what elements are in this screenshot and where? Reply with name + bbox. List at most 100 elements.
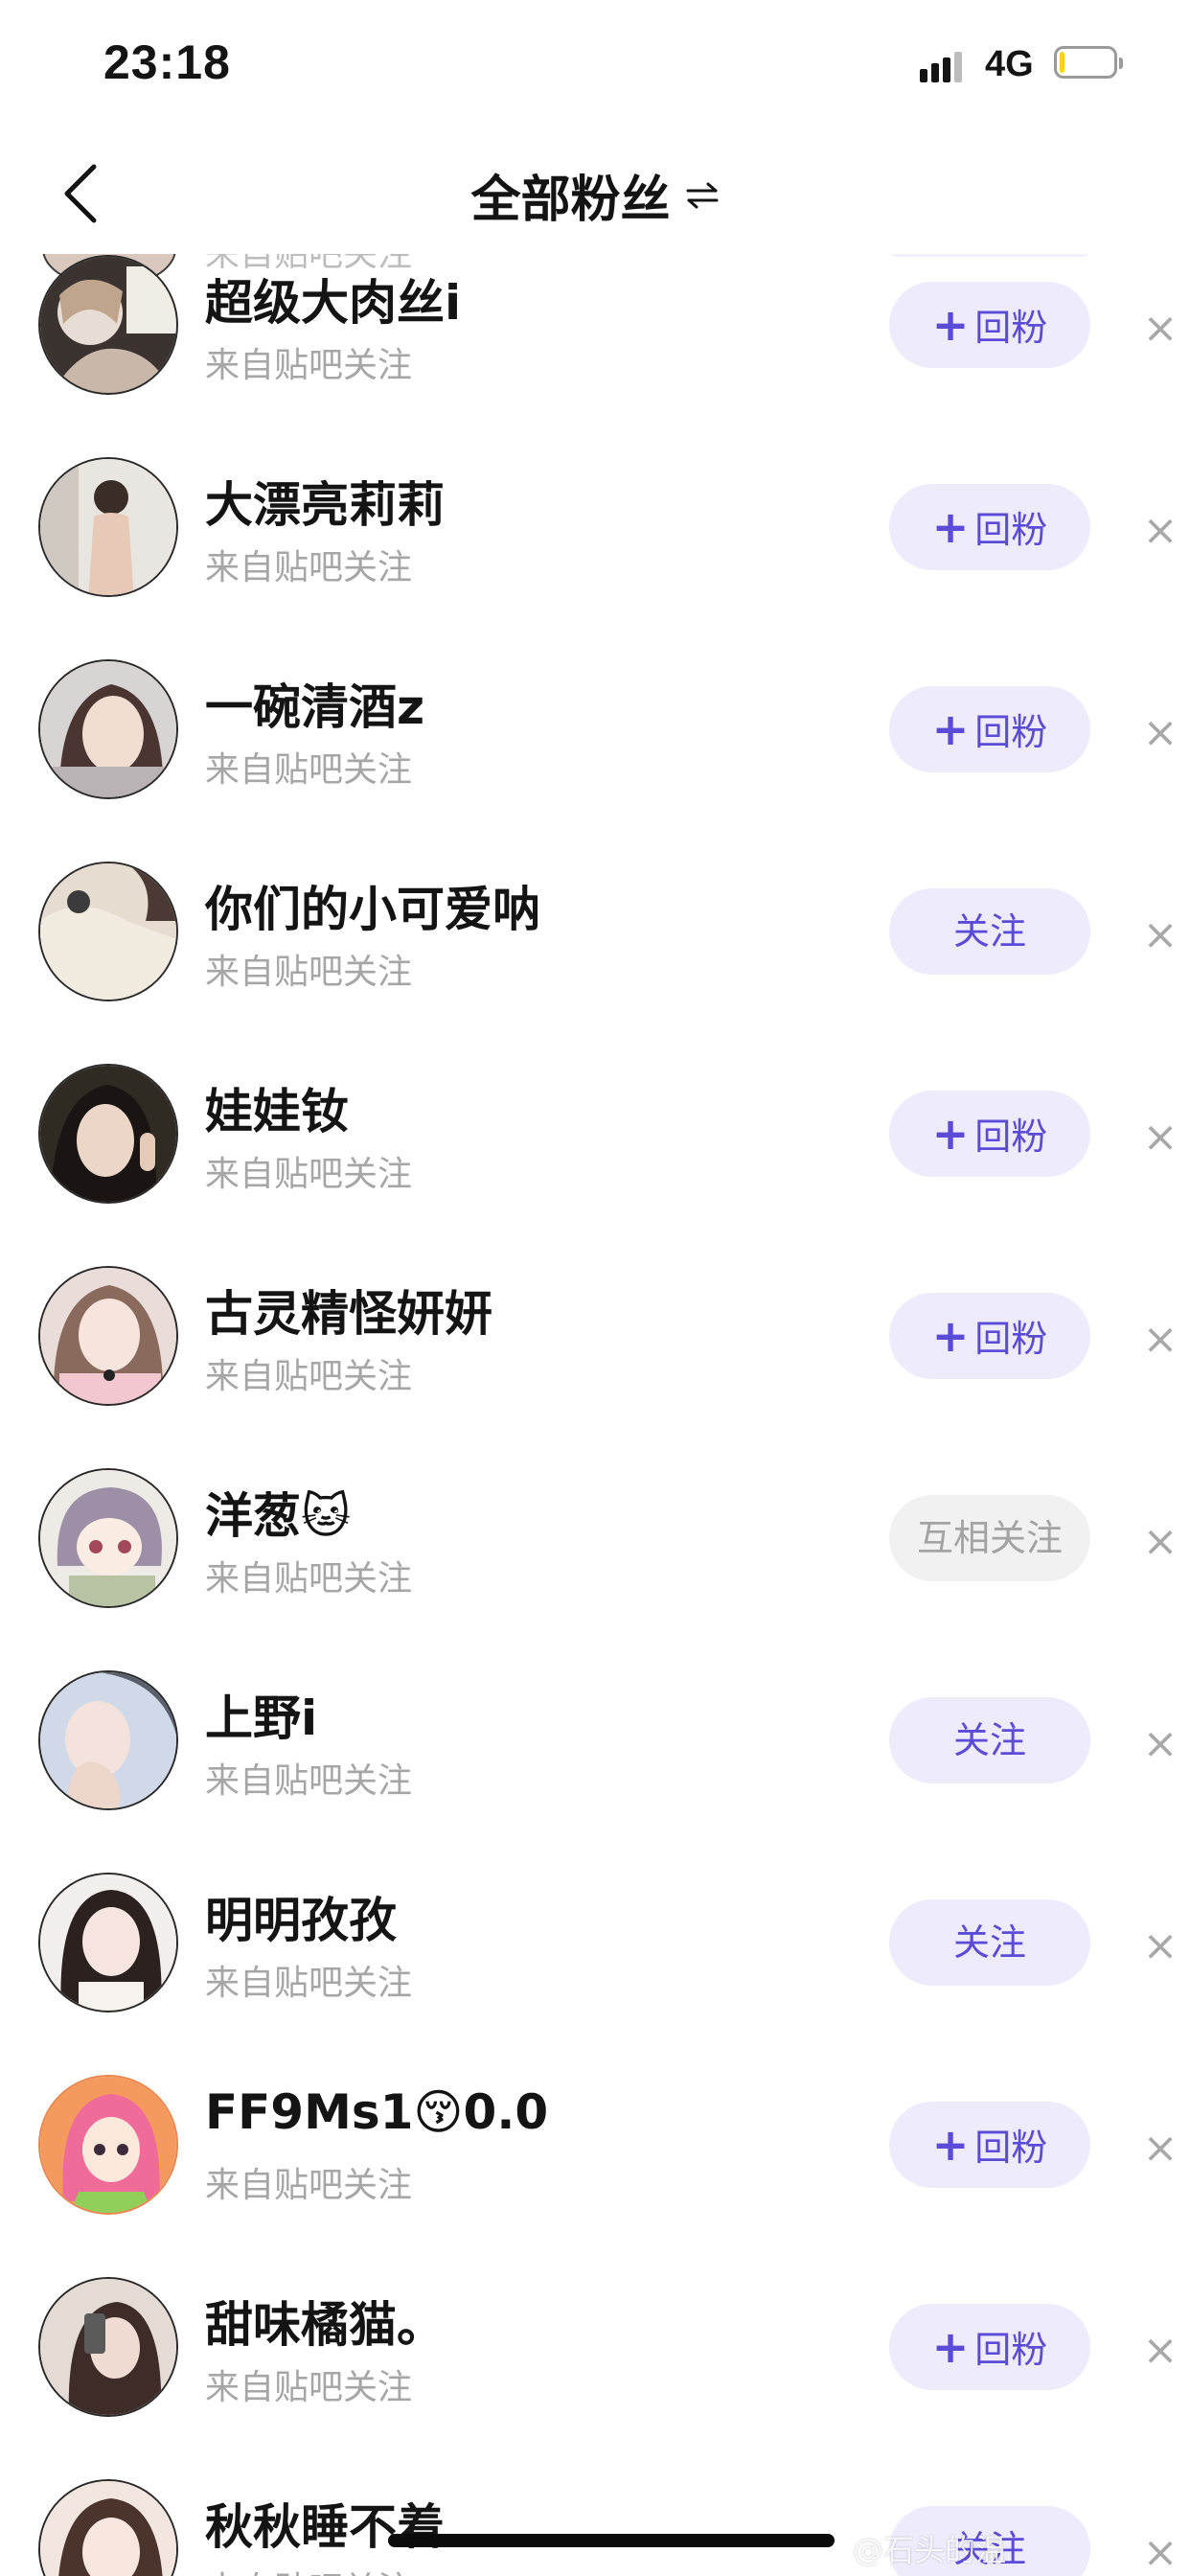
follower-name[interactable]: FF9Ms1😚0.0 [205, 2084, 548, 2140]
follower-name[interactable]: 超级大肉丝i [205, 264, 461, 334]
follow-back-button[interactable]: + 回粉 [889, 1091, 1090, 1177]
follow-button[interactable]: 关注 [889, 1697, 1090, 1783]
follower-name[interactable]: 娃娃钕 [205, 1073, 349, 1142]
avatar[interactable] [38, 862, 178, 1001]
avatar[interactable] [38, 1873, 178, 2012]
follower-name[interactable]: 大漂亮莉莉 [205, 467, 445, 536]
follow-button[interactable]: 关注 [889, 888, 1090, 975]
follow-back-button[interactable]: + 回粉 [889, 1293, 1090, 1379]
follower-name[interactable]: 秋秋睡不着 [205, 2489, 445, 2558]
network-type: 4G [985, 44, 1034, 84]
action-label: 回粉 [974, 307, 1048, 349]
avatar[interactable] [38, 1266, 178, 1406]
follower-source: 来自贴吧关注 [205, 2562, 412, 2576]
follower-name[interactable]: 你们的小可爱呐 [205, 871, 540, 940]
close-icon[interactable]: × [1138, 1116, 1182, 1160]
avatar-photo [40, 1066, 176, 1202]
close-icon[interactable]: × [1138, 509, 1182, 553]
follower-source: 来自贴吧关注 [205, 346, 413, 385]
close-icon[interactable]: × [1138, 913, 1182, 957]
avatar-photo [40, 2077, 176, 2213]
follower-row: 甜味橘猫。 来自贴吧关注 + 回粉 × [0, 2244, 1190, 2447]
close-icon[interactable]: × [1138, 2127, 1182, 2171]
follower-name[interactable]: 一碗清酒z [205, 669, 424, 738]
avatar[interactable] [38, 2479, 178, 2576]
follower-source: 来自贴吧关注 [205, 750, 413, 790]
avatar-photo [40, 2481, 176, 2576]
avatar-photo [40, 257, 176, 393]
avatar[interactable] [38, 659, 178, 799]
follow-back-button[interactable]: + 回粉 [889, 282, 1090, 368]
follower-row: 洋葱🐱 来自贴吧关注 互相关注 × [0, 1436, 1190, 1638]
action-label: 回粉 [974, 2329, 1048, 2371]
follower-row: 一碗清酒z 来自贴吧关注 + 回粉 × [0, 627, 1190, 829]
close-icon[interactable]: × [1138, 307, 1182, 351]
action-label: 回粉 [974, 509, 1048, 551]
avatar[interactable] [38, 2277, 178, 2417]
follower-source: 来自贴吧关注 [205, 1155, 413, 1194]
follower-list: 超级大肉丝i 来自贴吧关注 +回粉 × 大漂亮莉莉 来自贴吧关注 +回粉 × [0, 222, 1190, 2576]
avatar-photo [40, 1672, 176, 1808]
close-icon[interactable]: × [1138, 1520, 1182, 1564]
action-label: 回粉 [974, 1116, 1048, 1158]
page-title: 全部粉丝 [470, 172, 671, 229]
avatar[interactable] [38, 1468, 178, 1608]
close-icon[interactable]: × [1138, 2329, 1182, 2373]
follower-name[interactable]: 上野i [205, 1680, 317, 1749]
follower-row: 明明孜孜 来自贴吧关注 关注 × [0, 1840, 1190, 2042]
follow-back-button[interactable]: + 回粉 [889, 686, 1090, 772]
close-icon[interactable]: × [1138, 2531, 1182, 2575]
avatar-photo [40, 1470, 176, 1606]
follower-name[interactable]: 古灵精怪妍妍 [205, 1276, 492, 1345]
avatar[interactable] [38, 1670, 178, 1810]
follow-button[interactable]: 关注 [889, 1899, 1090, 1986]
swap-arrows-icon [686, 182, 719, 208]
title-switcher[interactable]: 全部粉丝 [0, 159, 1190, 231]
avatar[interactable] [38, 2075, 178, 2215]
follow-back-button[interactable]: + 回粉 [889, 484, 1090, 570]
battery-icon [1054, 46, 1123, 79]
follower-source: 来自贴吧关注 [205, 1357, 413, 1396]
close-icon[interactable]: × [1138, 711, 1182, 755]
follower-row: 上野i 来自贴吧关注 关注 × [0, 1638, 1190, 1840]
followers-screen: 23:18 4G 来自贴吧关注 全部粉丝 超级大肉丝i 来自贴吧关注 + 回粉 … [0, 0, 1190, 2576]
cellular-signal-icon [920, 50, 970, 82]
battery-level [1060, 52, 1065, 73]
avatar[interactable] [38, 1064, 178, 1204]
follower-source: 来自贴吧关注 [205, 1761, 413, 1801]
follower-name[interactable]: 甜味橘猫。 [205, 2287, 445, 2356]
status-bar: 23:18 4G [0, 0, 1190, 125]
close-icon[interactable]: × [1138, 1924, 1182, 1968]
follower-row: 娃娃钕 来自贴吧关注 + 回粉 × [0, 1031, 1190, 1233]
action-label: 回粉 [974, 2127, 1048, 2169]
follower-source: 来自贴吧关注 [205, 548, 413, 587]
home-indicator[interactable] [388, 2534, 835, 2547]
follower-row: 大漂亮莉莉 来自贴吧关注 + 回粉 × [0, 425, 1190, 627]
close-icon[interactable]: × [1138, 1318, 1182, 1362]
avatar-photo [40, 1874, 176, 2011]
avatar-photo [40, 459, 176, 595]
follower-name[interactable]: 洋葱🐱 [205, 1478, 351, 1547]
follower-row: 你们的小可爱呐 来自贴吧关注 关注 × [0, 829, 1190, 1031]
follow-back-button[interactable]: + 回粉 [889, 2102, 1090, 2188]
plus-icon: + [931, 2321, 970, 2373]
follower-source: 来自贴吧关注 [205, 2166, 413, 2205]
follower-name[interactable]: 明明孜孜 [205, 1882, 397, 1951]
follower-source: 来自贴吧关注 [205, 2368, 413, 2407]
plus-icon: + [931, 299, 970, 351]
follower-source: 来自贴吧关注 [205, 1964, 413, 2003]
status-time: 23:18 [103, 35, 231, 89]
close-icon[interactable]: × [1138, 1722, 1182, 1766]
follow-back-button[interactable]: + 回粉 [889, 2304, 1090, 2390]
follower-source: 来自贴吧关注 [205, 953, 413, 992]
follower-source: 来自贴吧关注 [205, 1559, 413, 1598]
avatar[interactable] [38, 255, 178, 395]
avatar-photo [40, 863, 176, 1000]
avatar[interactable] [38, 457, 178, 597]
avatar-photo [40, 2279, 176, 2415]
plus-icon: + [931, 2119, 970, 2171]
follower-row: 古灵精怪妍妍 来自贴吧关注 + 回粉 × [0, 1233, 1190, 1436]
follower-row: FF9Ms1😚0.0 来自贴吧关注 + 回粉 × [0, 2042, 1190, 2244]
mutual-follow-button[interactable]: 互相关注 [889, 1495, 1090, 1581]
action-label: 回粉 [974, 1318, 1048, 1360]
